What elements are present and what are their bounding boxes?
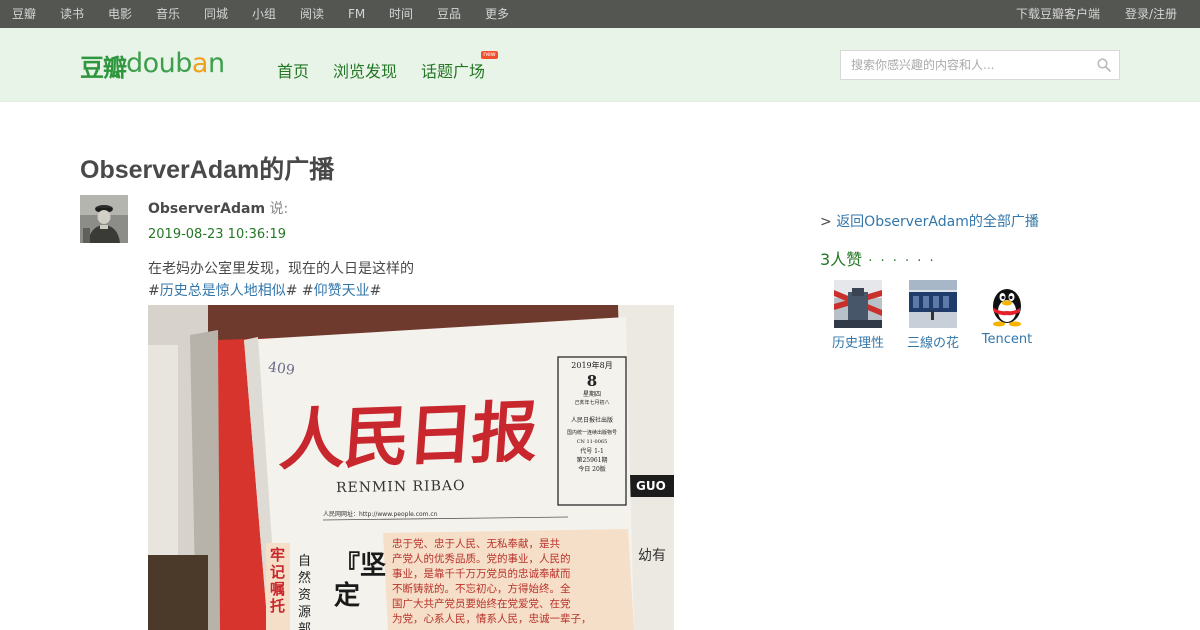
global-nav-books[interactable]: 读书 [60, 0, 84, 28]
liker-item[interactable]: 历史理性 [821, 280, 895, 351]
liker-name-link[interactable]: Tencent [970, 332, 1044, 347]
back-link-row: > 返回ObserverAdam的全部广播 [820, 214, 1039, 230]
photo-side-black: 自然资源部 [298, 554, 312, 630]
hashtag-link-1[interactable]: 历史总是惊人地相似 [160, 283, 286, 299]
qq-penguin-icon[interactable] [983, 280, 1031, 328]
global-nav-local[interactable]: 同城 [204, 0, 228, 28]
search-icon[interactable] [1097, 58, 1111, 72]
photo-right-paper-2: 幼有 [638, 548, 666, 564]
likes-more[interactable]: · · · · · · [868, 254, 935, 269]
photo-masthead: 人民日报 [276, 392, 539, 480]
douban-logo[interactable]: 豆瓣douban [80, 48, 225, 82]
global-nav: 豆瓣 读书 电影 音乐 同城 小组 阅读 FM 时间 豆品 更多 下载豆瓣客户端… [0, 0, 1200, 28]
author-name-link[interactable]: ObserverAdam [148, 201, 265, 217]
says-label: 说: [265, 201, 289, 217]
author-avatar[interactable] [80, 195, 128, 243]
liker-item[interactable]: 三線の花 [896, 280, 970, 351]
nav-explore[interactable]: 浏览发现 [333, 58, 397, 82]
status-tags: #历史总是惊人地相似# #仰赞天业# [148, 283, 382, 299]
liker-name-link[interactable]: 历史理性 [821, 332, 895, 351]
photo-article: 忠于党、忠于人民、无私奉献，是共 产党人的优秀品质。党的事业，人民的 事业，是靠… [392, 538, 592, 625]
global-nav-movies[interactable]: 电影 [108, 0, 132, 28]
status-photo[interactable]: 409 人民日报 RENMIN RIBAO 人民网网址：http://www.p… [148, 305, 674, 630]
photo-date-box: 2019年8月 8 星期四 己亥年七月初八 人民日报社出版 国内统一连续出版物号… [566, 361, 617, 473]
photo-pinyin: RENMIN RIBAO [335, 477, 466, 497]
likes-heading: 3人赞 · · · · · · [820, 250, 936, 269]
nav-home[interactable]: 首页 [277, 58, 309, 82]
global-nav-groups[interactable]: 小组 [252, 0, 276, 28]
logo-en-text: douban [126, 48, 225, 79]
photo-right-paper: GUO [636, 479, 666, 493]
logo-cn-text: 豆瓣 [80, 54, 127, 82]
download-client-link[interactable]: 下载豆瓣客户端 [1016, 0, 1100, 28]
new-badge: new [481, 51, 498, 59]
status-text: 在老妈办公室里发现，现在的人日是这样的 [148, 261, 414, 277]
liker-item[interactable]: Tencent [970, 280, 1044, 347]
search-box [840, 50, 1120, 80]
hashtag-link-2[interactable]: 仰赞天业 [314, 283, 370, 299]
liker-avatar[interactable] [909, 280, 957, 328]
photo-website: 人民网网址：http://www.people.com.cn [323, 511, 438, 518]
liker-avatar[interactable] [834, 280, 882, 328]
photo-big-quote: 『坚定 [334, 551, 387, 611]
global-nav-douban[interactable]: 豆瓣 [12, 0, 36, 28]
global-nav-more[interactable]: 更多 [485, 0, 509, 28]
global-nav-read[interactable]: 阅读 [300, 0, 324, 28]
global-nav-market[interactable]: 豆品 [437, 0, 461, 28]
global-nav-fm[interactable]: FM [348, 0, 365, 28]
status-timestamp[interactable]: 2019-08-23 10:36:19 [148, 227, 286, 242]
photo-side-red: 牢记嘱托 [270, 546, 286, 615]
login-register-link[interactable]: 登录/注册 [1125, 0, 1177, 28]
back-to-all-statuses-link[interactable]: 返回ObserverAdam的全部广播 [836, 214, 1039, 230]
search-input[interactable] [841, 51, 1091, 79]
nav-topics[interactable]: 话题广场 [421, 58, 485, 82]
author-line: ObserverAdam 说: [148, 198, 288, 218]
liker-name-link[interactable]: 三線の花 [896, 332, 970, 351]
page-title: ObserverAdam的广播 [80, 156, 335, 184]
global-nav-time[interactable]: 时间 [389, 0, 413, 28]
global-nav-music[interactable]: 音乐 [156, 0, 180, 28]
